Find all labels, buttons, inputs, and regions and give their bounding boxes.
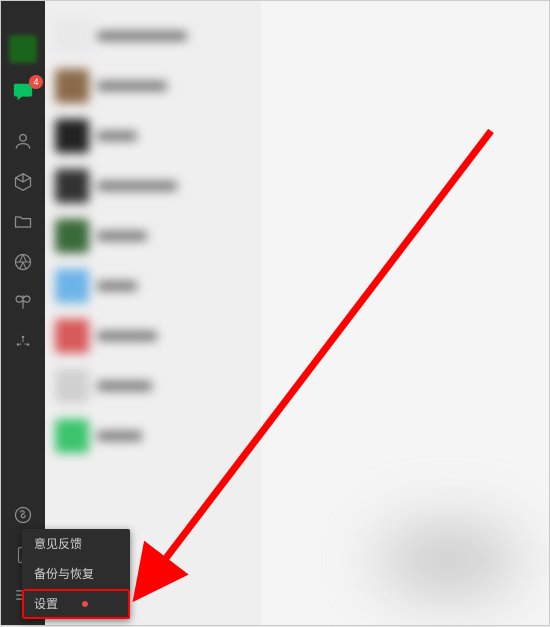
list-item[interactable]	[45, 111, 261, 161]
list-item[interactable]	[45, 11, 261, 61]
menu-item-label: 备份与恢复	[34, 567, 94, 581]
sparkle-nav[interactable]	[11, 330, 35, 354]
contacts-nav[interactable]	[11, 130, 35, 154]
aperture-icon	[13, 252, 33, 272]
menu-item-settings[interactable]: 设置	[22, 589, 130, 619]
notification-dot-icon	[82, 601, 88, 607]
menu-item-feedback[interactable]: 意见反馈	[22, 529, 130, 559]
list-item[interactable]	[45, 211, 261, 261]
person-icon	[13, 132, 33, 152]
cube-icon	[13, 172, 33, 192]
miniprogram-icon	[13, 505, 33, 525]
list-item[interactable]	[45, 411, 261, 461]
butterfly-nav[interactable]	[11, 290, 35, 314]
menu-item-label: 设置	[34, 597, 58, 611]
chats-nav[interactable]: 4	[11, 81, 35, 108]
sparkle-icon	[13, 332, 33, 352]
content-area	[261, 1, 549, 625]
menu-item-backup[interactable]: 备份与恢复	[22, 559, 130, 589]
folder-nav[interactable]	[11, 210, 35, 234]
list-item[interactable]	[45, 261, 261, 311]
list-item[interactable]	[45, 61, 261, 111]
popup-menu: 意见反馈 备份与恢复 设置	[22, 529, 130, 619]
blurred-content	[379, 525, 519, 595]
aperture-nav[interactable]	[11, 250, 35, 274]
app-window: 4	[0, 0, 550, 626]
avatar[interactable]	[9, 35, 37, 63]
list-item[interactable]	[45, 161, 261, 211]
menu-item-label: 意见反馈	[34, 537, 82, 551]
list-item[interactable]	[45, 361, 261, 411]
folder-icon	[13, 212, 33, 232]
miniprogram-nav[interactable]	[11, 503, 35, 527]
list-item[interactable]	[45, 311, 261, 361]
butterfly-icon	[13, 292, 33, 312]
unread-badge: 4	[29, 75, 43, 89]
cube-nav[interactable]	[11, 170, 35, 194]
